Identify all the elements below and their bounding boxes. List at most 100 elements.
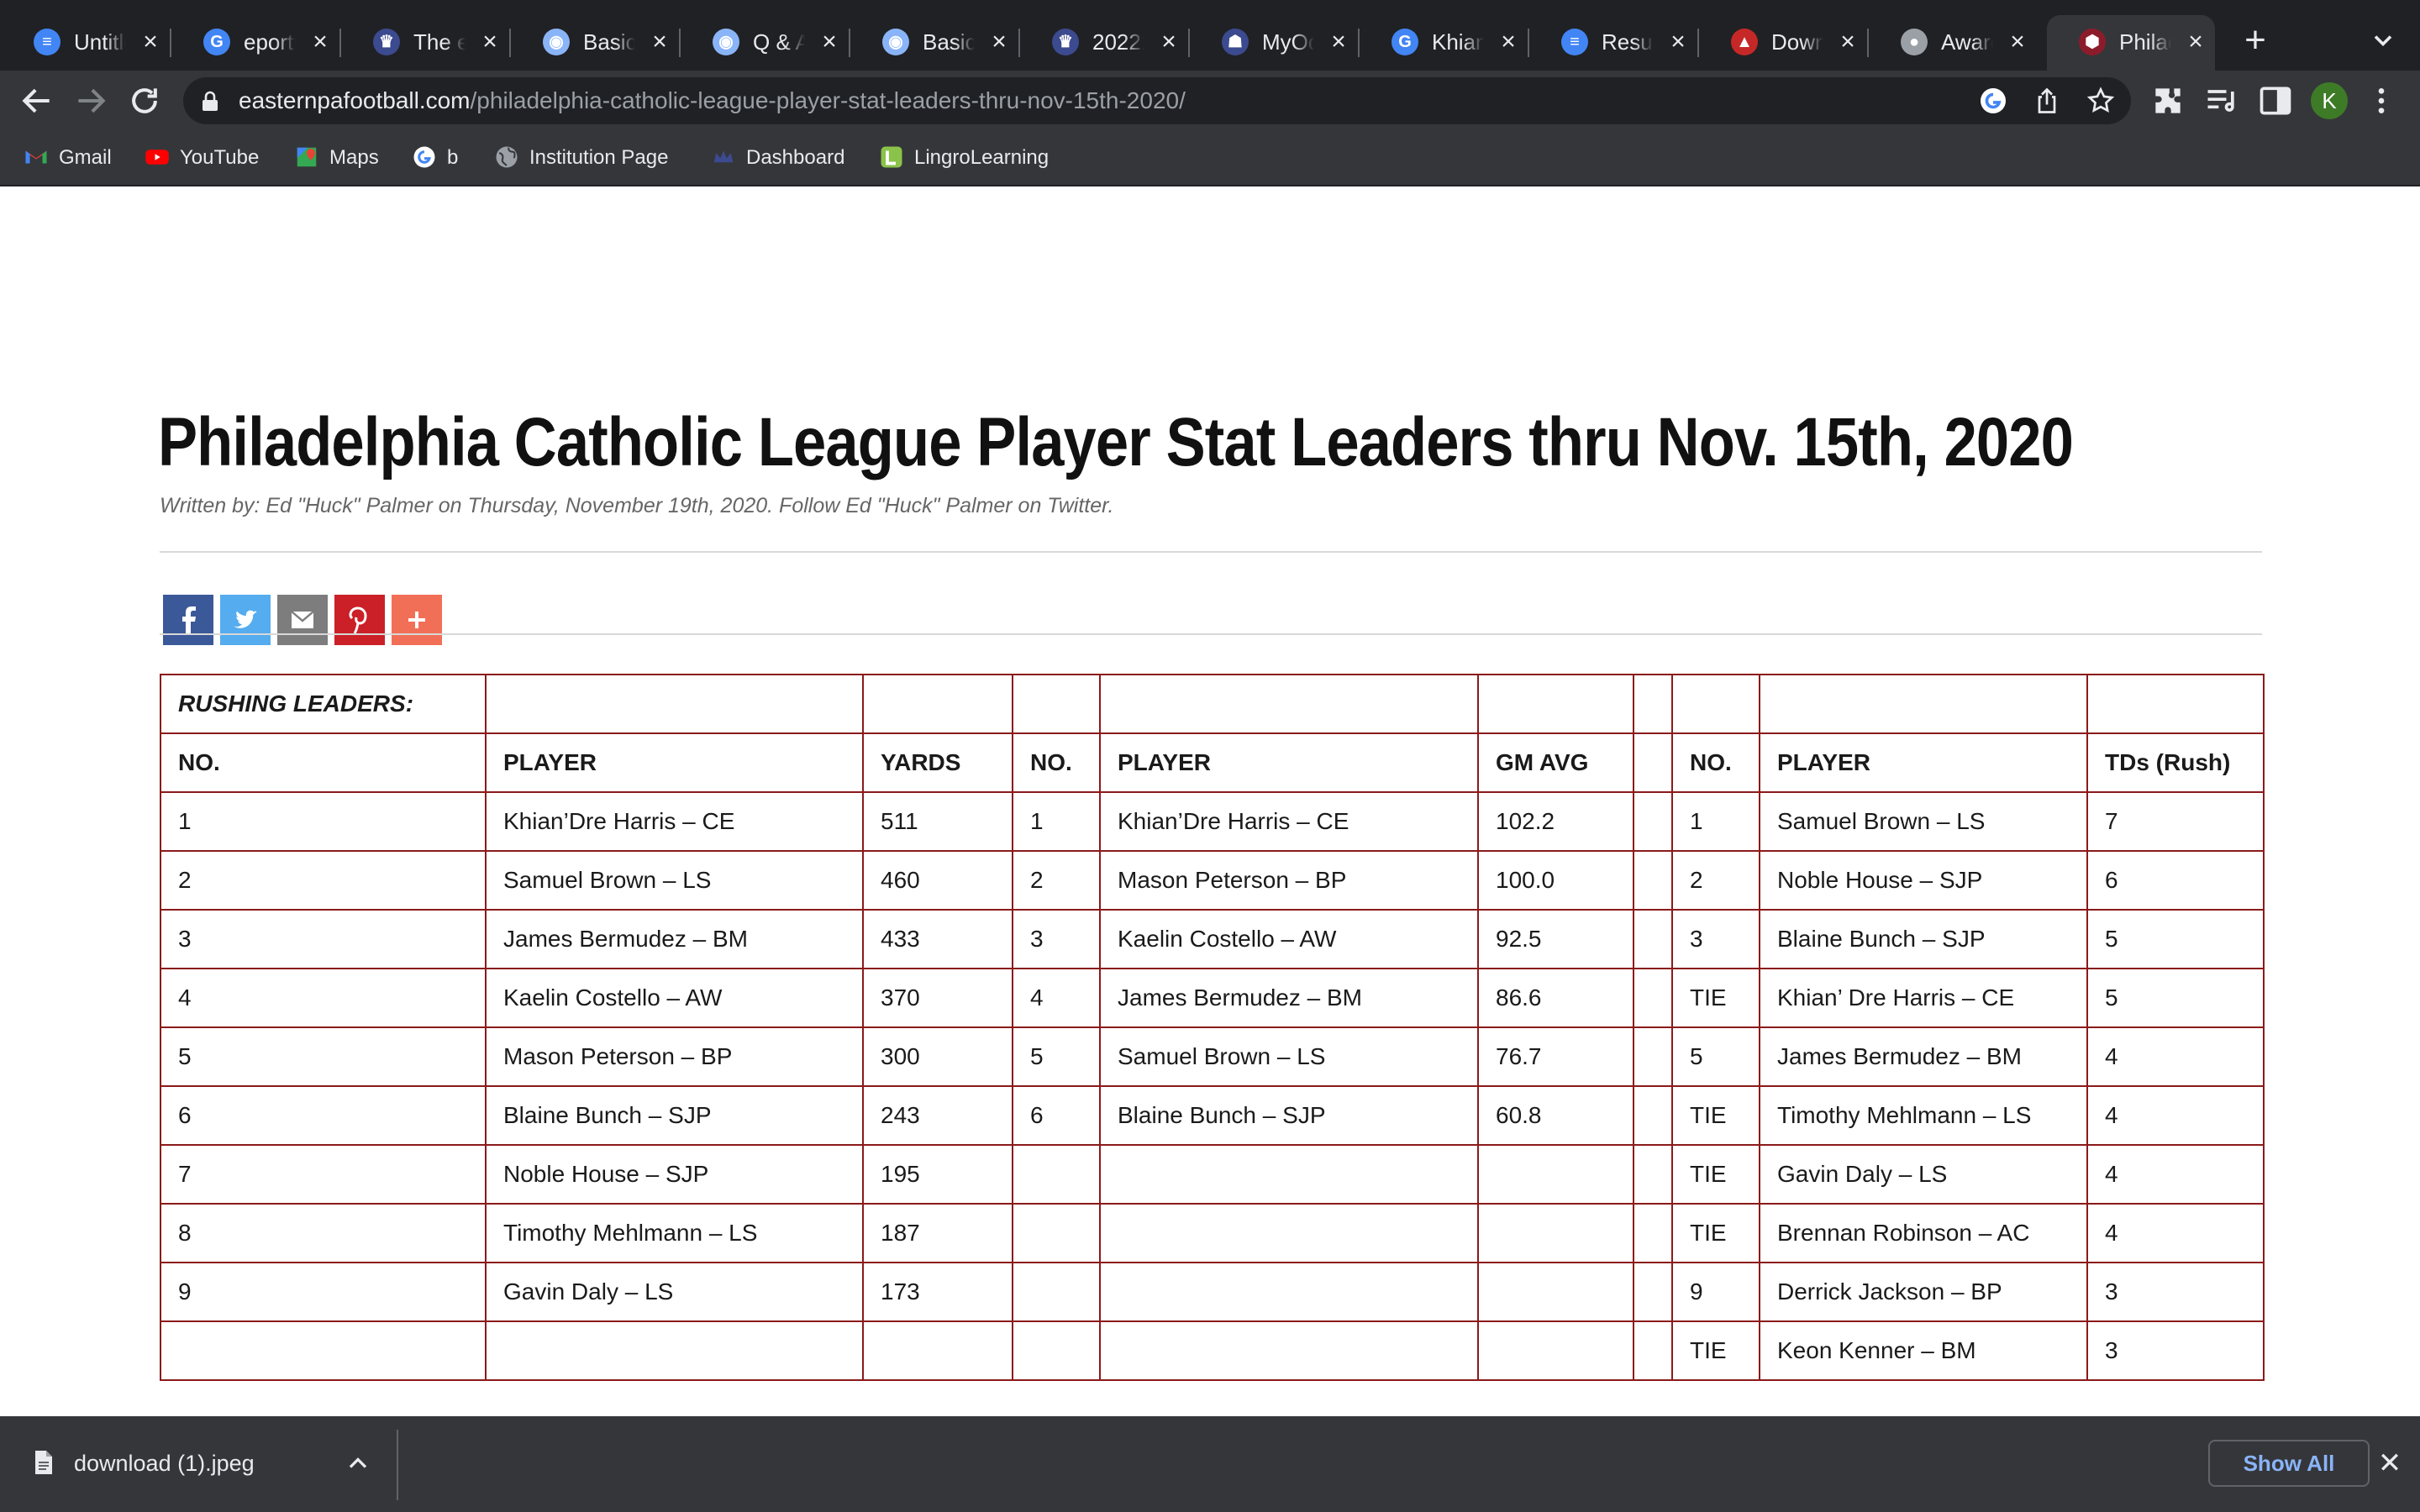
share-icon[interactable] xyxy=(2032,86,2062,116)
table-cell xyxy=(1633,850,1673,911)
close-tab-icon[interactable]: × xyxy=(2005,27,2030,57)
profile-avatar[interactable]: K xyxy=(2311,82,2348,119)
divider xyxy=(160,633,2262,635)
table-cell: Samuel Brown – LS xyxy=(1759,791,2088,852)
table-caption: RUSHING LEADERS: xyxy=(160,674,487,734)
tab-11[interactable]: ▲ Download × xyxy=(1699,15,1869,71)
reload-icon[interactable] xyxy=(126,82,163,119)
extensions-puzzle-icon[interactable] xyxy=(2149,82,2186,119)
bookmark-institution-page[interactable]: Institution Page xyxy=(494,141,668,175)
bookmark-youtube[interactable]: YouTube xyxy=(145,141,259,175)
table-cell: 60.8 xyxy=(1477,1085,1634,1146)
close-tab-icon[interactable]: × xyxy=(817,27,842,57)
table-cell: 300 xyxy=(862,1026,1013,1087)
table-cell xyxy=(1633,909,1673,969)
table-cell xyxy=(1633,791,1673,852)
media-control-icon[interactable] xyxy=(2203,82,2240,119)
back-arrow-icon[interactable] xyxy=(18,82,55,119)
share-facebook-button[interactable] xyxy=(163,595,213,645)
download-bar: download (1).jpeg Show All ✕ xyxy=(0,1416,2420,1512)
bookmark-dashboard[interactable]: Dashboard xyxy=(711,141,844,175)
tab-search-icon[interactable] xyxy=(2368,25,2398,55)
table-cell: Kaelin Costello – AW xyxy=(1099,909,1479,969)
tab-9[interactable]: G Khiandre × xyxy=(1360,15,1529,71)
table-cell: 100.0 xyxy=(1477,850,1634,911)
share-twitter-button[interactable] xyxy=(220,595,271,645)
tab-7[interactable]: ♛ 2022106 × xyxy=(1020,15,1190,71)
bookmark-gmail[interactable]: Gmail xyxy=(24,141,112,175)
table-row: 6 Blaine Bunch – SJP 243 6 Blaine Bunch – SJ… xyxy=(160,1085,2265,1146)
table-cell xyxy=(1012,674,1101,734)
table-cell: TIE xyxy=(1671,968,1760,1028)
download-filename: download (1).jpeg xyxy=(74,1451,255,1476)
table-cell: 9 xyxy=(160,1262,487,1322)
table-cell: Kaelin Costello – AW xyxy=(485,968,864,1028)
close-tab-icon[interactable]: × xyxy=(647,27,672,57)
bookmark-lingrolearning[interactable]: LingroLearning xyxy=(879,141,1049,175)
table-cell: 195 xyxy=(862,1144,1013,1205)
tab-2[interactable]: Geportfolio × xyxy=(171,15,341,71)
table-cell: Timothy Mehlmann – LS xyxy=(485,1203,864,1263)
maps-icon xyxy=(297,147,317,166)
tab-8[interactable]: ☗ MyOdu × xyxy=(1190,15,1360,71)
tab-5[interactable]: ◉ Q & A × xyxy=(681,15,850,71)
tab-title: Philadelphia xyxy=(2119,29,2171,55)
tab-6[interactable]: ◉ Basic Questions × xyxy=(850,15,1020,71)
new-tab-button[interactable]: + xyxy=(2238,22,2272,59)
close-tab-icon[interactable]: × xyxy=(308,27,333,57)
close-tab-icon[interactable]: × xyxy=(138,27,163,57)
close-tab-icon[interactable]: × xyxy=(1156,27,1181,57)
table-cell xyxy=(485,1320,864,1381)
table-cell xyxy=(1099,1320,1479,1381)
circle-dot-icon: ◉ xyxy=(882,29,909,55)
table-cell xyxy=(160,1320,487,1381)
tab-title: Untitled document xyxy=(74,29,126,55)
close-icon[interactable]: ✕ xyxy=(2375,1446,2405,1480)
table-cell: 7 xyxy=(2086,791,2265,852)
table-cell: 6 xyxy=(2086,850,2265,911)
tab-title: Basic Questions xyxy=(583,29,635,55)
share-pinterest-button[interactable] xyxy=(334,595,385,645)
close-tab-icon[interactable]: × xyxy=(2183,27,2208,57)
table-cell: 173 xyxy=(862,1262,1013,1322)
tab-1[interactable]: ≡ Untitled document × xyxy=(2,15,171,71)
close-tab-icon[interactable]: × xyxy=(1835,27,1860,57)
side-panel-icon[interactable] xyxy=(2257,82,2294,119)
table-cell: Samuel Brown – LS xyxy=(1099,1026,1479,1087)
rushing-leaders-table: RUSHING LEADERS: NO. PLAYER YARDS NO. PLAYER G… xyxy=(160,674,2265,1381)
table-cell xyxy=(2086,674,2265,734)
column-header: YARDS xyxy=(862,732,1013,793)
tab-3[interactable]: ♛ The eP × xyxy=(341,15,511,71)
google-icon: G xyxy=(203,29,230,55)
circle-dot-icon: ◉ xyxy=(713,29,739,55)
download-item[interactable]: download (1).jpeg xyxy=(34,1446,255,1480)
table-cell xyxy=(485,674,864,734)
tab-13[interactable]: ⬢ Philadelphia × xyxy=(2047,15,2215,71)
tab-12[interactable]: ● Awards × xyxy=(1869,15,2039,71)
url-text[interactable]: easternpafootball.com/philadelphia-catho… xyxy=(239,87,1186,114)
lock-icon[interactable] xyxy=(200,91,220,113)
forward-arrow-icon[interactable] xyxy=(72,82,109,119)
more-menu-icon[interactable] xyxy=(2365,82,2398,119)
share-email-button[interactable] xyxy=(277,595,328,645)
tab-4[interactable]: ◉ Basic Questions × xyxy=(511,15,681,71)
chevron-up-icon[interactable] xyxy=(343,1448,373,1478)
bookmark-label: Dashboard xyxy=(746,146,845,169)
close-tab-icon[interactable]: × xyxy=(1326,27,1351,57)
close-tab-icon[interactable]: × xyxy=(986,27,1012,57)
close-tab-icon[interactable]: × xyxy=(477,27,502,57)
address-bar[interactable]: easternpafootball.com/philadelphia-catho… xyxy=(183,77,2131,124)
close-tab-icon[interactable]: × xyxy=(1496,27,1521,57)
bookmark-b[interactable]: b xyxy=(412,141,458,175)
tab-title: 2022106 xyxy=(1092,29,1144,55)
table-cell: 3 xyxy=(2086,1320,2265,1381)
bookmark-star-icon[interactable] xyxy=(2086,86,2116,116)
google-lens-icon[interactable] xyxy=(1978,86,2008,116)
share-more-button[interactable] xyxy=(392,595,442,645)
crown-icon: ♛ xyxy=(373,29,400,55)
table-cell xyxy=(1477,674,1634,734)
tab-10[interactable]: ≡ Resume × xyxy=(1529,15,1699,71)
show-all-button[interactable]: Show All xyxy=(2208,1440,2370,1487)
close-tab-icon[interactable]: × xyxy=(1665,27,1691,57)
bookmark-maps[interactable]: Maps xyxy=(294,141,379,175)
